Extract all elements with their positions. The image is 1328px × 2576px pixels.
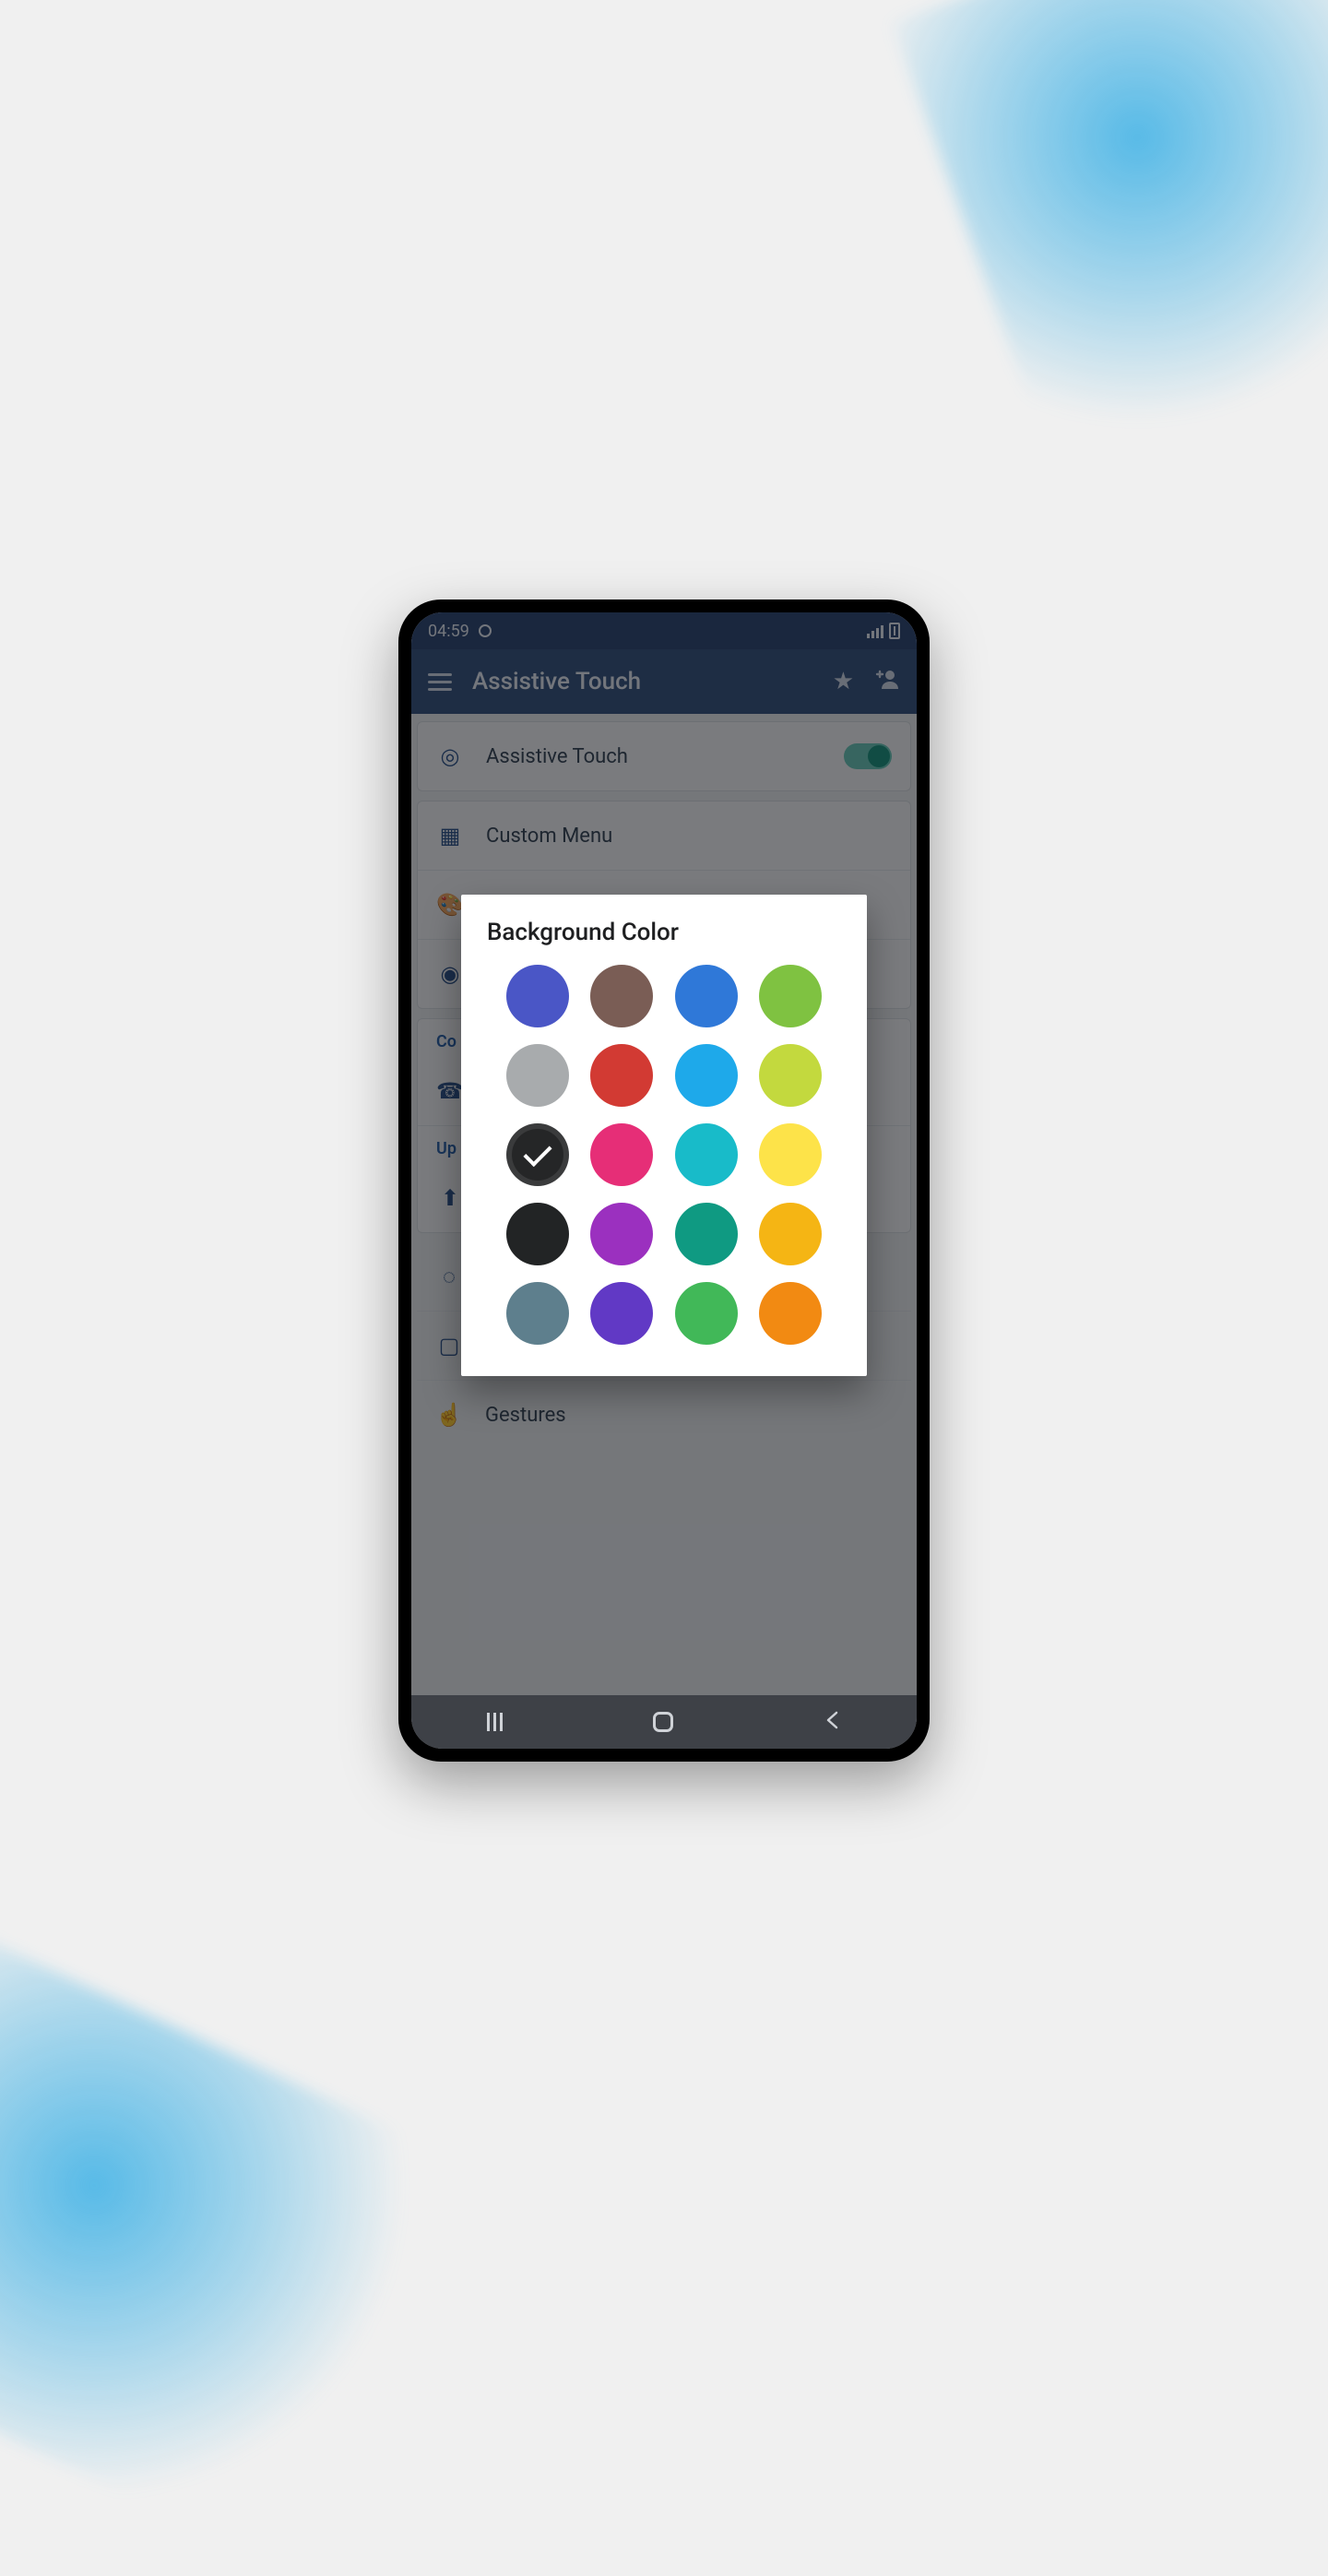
- color-swatch[interactable]: [506, 1203, 569, 1265]
- color-swatch[interactable]: [675, 1282, 738, 1345]
- color-swatch[interactable]: [759, 1123, 822, 1186]
- color-swatch[interactable]: [590, 1203, 653, 1265]
- color-swatch[interactable]: [759, 1203, 822, 1265]
- nav-recents-button[interactable]: [487, 1713, 503, 1731]
- system-nav-bar: [411, 1695, 917, 1749]
- background-color-dialog: Background Color: [461, 895, 867, 1376]
- color-swatch[interactable]: [590, 965, 653, 1027]
- decorative-smoke-top: [892, 0, 1328, 473]
- dialog-title: Background Color: [487, 919, 841, 946]
- nav-home-button[interactable]: [653, 1712, 673, 1732]
- color-swatch[interactable]: [590, 1282, 653, 1345]
- color-swatch[interactable]: [675, 1123, 738, 1186]
- color-swatch[interactable]: [675, 1044, 738, 1107]
- color-swatch[interactable]: [506, 1123, 569, 1186]
- color-swatch[interactable]: [675, 1203, 738, 1265]
- phone-frame: 04:59 Assistive Touch ★: [398, 599, 930, 1762]
- color-swatch[interactable]: [590, 1123, 653, 1186]
- color-swatch[interactable]: [759, 1282, 822, 1345]
- color-swatch[interactable]: [590, 1044, 653, 1107]
- color-swatch[interactable]: [506, 1044, 569, 1107]
- color-swatch[interactable]: [506, 1282, 569, 1345]
- color-swatch[interactable]: [675, 965, 738, 1027]
- color-swatch[interactable]: [759, 965, 822, 1027]
- nav-back-button[interactable]: [824, 1708, 842, 1736]
- color-swatch[interactable]: [506, 965, 569, 1027]
- color-swatch[interactable]: [759, 1044, 822, 1107]
- color-swatch-grid: [487, 965, 841, 1345]
- decorative-smoke-bottom: [0, 1925, 490, 2576]
